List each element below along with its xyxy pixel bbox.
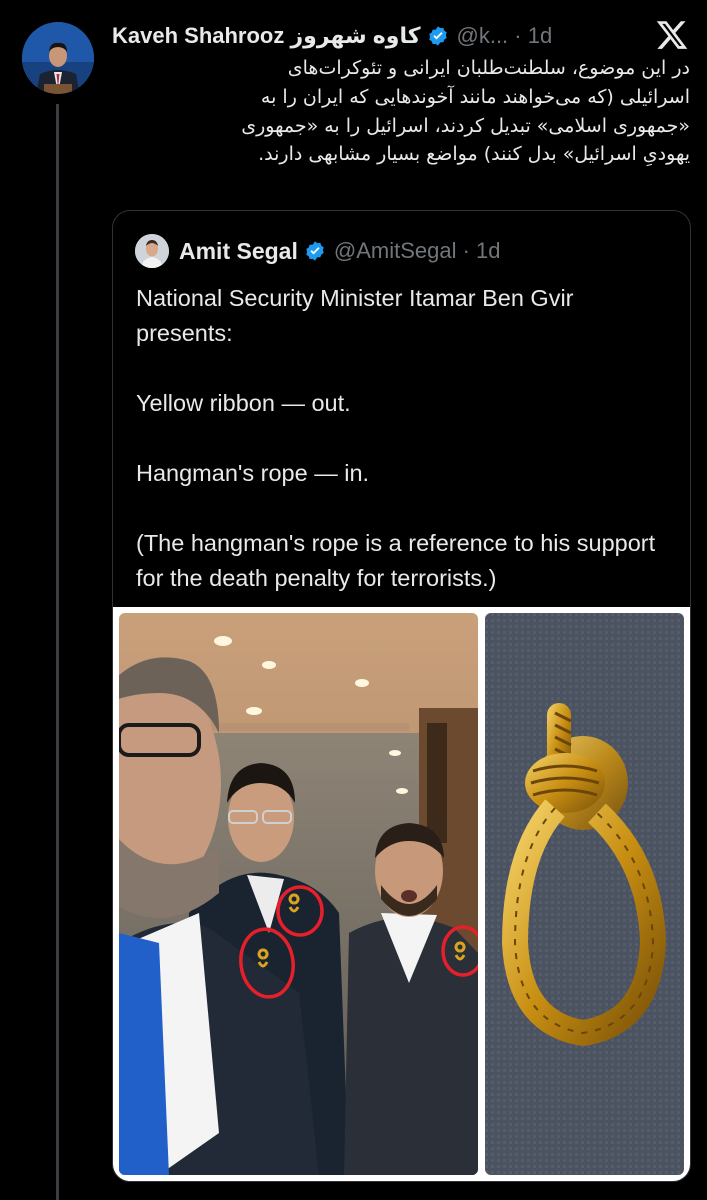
thread-line — [56, 104, 59, 1200]
tweet-text: در این موضوع، سلطنت‌طلبان ایرانی و تئوکر… — [112, 54, 690, 169]
media-photo-men[interactable] — [119, 613, 478, 1175]
author-avatar[interactable] — [22, 22, 94, 94]
quoted-paragraph: National Security Minister Itamar Ben Gv… — [136, 285, 574, 346]
quoted-author-name[interactable]: Amit Segal — [179, 238, 298, 265]
x-logo-icon[interactable] — [655, 18, 689, 52]
tweet-text-line: اسرائیلی (که می‌خواهند مانند آخوندهایی ک… — [260, 85, 690, 108]
verified-badge-icon — [306, 241, 324, 261]
tweet-text-line: «جمهوری اسلامی» تبدیل کردند، اسرائیل را … — [241, 114, 690, 137]
media-photo-pin[interactable] — [485, 613, 684, 1175]
quoted-tweet[interactable]: Amit Segal @AmitSegal · 1d National Secu… — [112, 210, 691, 1182]
quoted-tweet-header: Amit Segal @AmitSegal · 1d — [135, 233, 501, 269]
quoted-author-handle-time[interactable]: @AmitSegal · 1d — [334, 238, 501, 264]
quoted-paragraph: (The hangman's rope is a reference to hi… — [136, 530, 656, 591]
quoted-paragraph: Yellow ribbon — out. — [136, 390, 351, 416]
tweet-header: Kaveh Shahrooz کاوه شهروز @k... · 1d — [112, 20, 632, 52]
quoted-tweet-text: National Security Minister Itamar Ben Gv… — [136, 281, 676, 631]
quoted-paragraph: Hangman's rope — in. — [136, 460, 370, 486]
tweet-text-line: یهودیِ اسرائیل» بدل کنند) مواضع بسیار مش… — [258, 143, 690, 166]
author-handle-time[interactable]: @k... · 1d — [457, 23, 553, 49]
verified-badge-icon — [428, 26, 447, 46]
tweet-text-line: در این موضوع، سلطنت‌طلبان ایرانی و تئوکر… — [287, 57, 690, 79]
tweet-action-bar — [112, 1188, 672, 1200]
author-name[interactable]: Kaveh Shahrooz کاوه شهروز — [112, 23, 421, 49]
quoted-author-avatar[interactable] — [135, 234, 169, 268]
media-grid — [113, 607, 690, 1181]
